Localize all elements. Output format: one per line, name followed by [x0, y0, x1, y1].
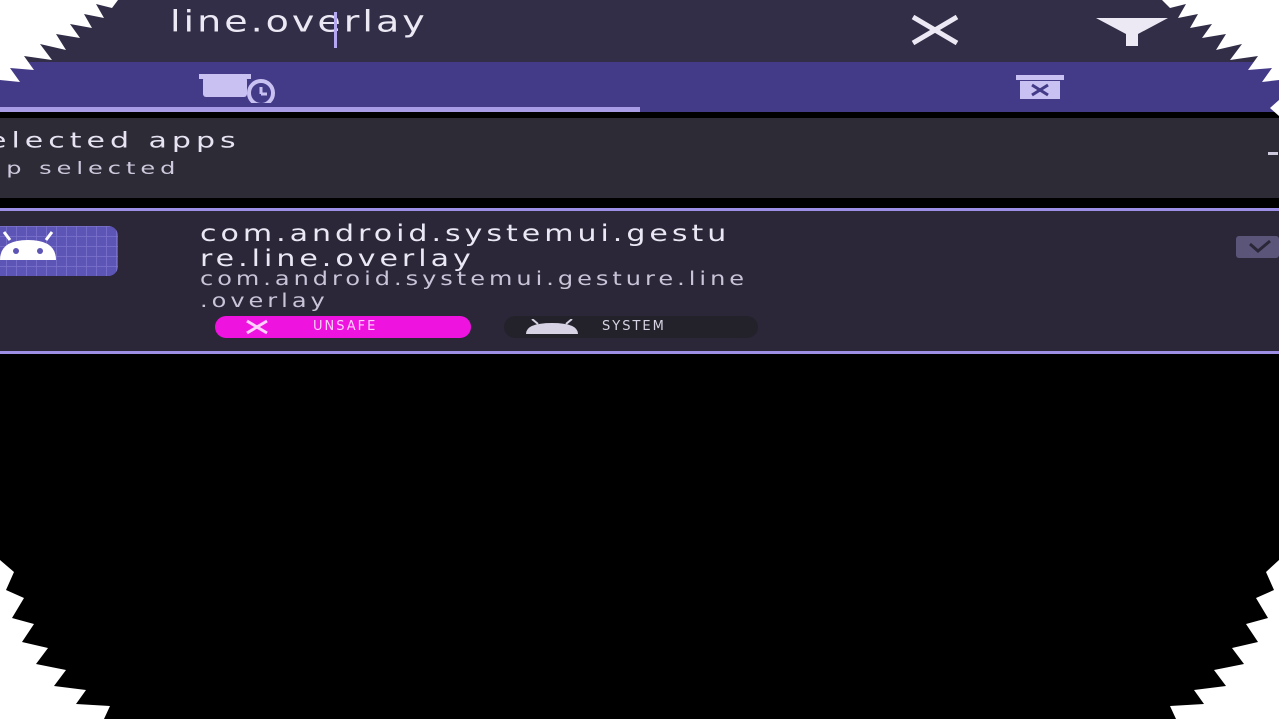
- text-cursor: [334, 12, 337, 48]
- tab-bar: [0, 62, 1279, 112]
- tab-trash[interactable]: [640, 62, 1279, 112]
- close-icon: [246, 319, 268, 335]
- system-badge-label: SYSTEM: [602, 319, 666, 334]
- close-icon: [911, 14, 959, 46]
- tab-indicator: [0, 107, 640, 112]
- unsafe-badge: UNSAFE: [215, 316, 471, 338]
- app-label: com.android.systemui.gestu: [200, 220, 731, 248]
- filter-button[interactable]: [1092, 6, 1172, 52]
- selected-apps-count: pp selected: [0, 158, 181, 179]
- app-icon: [0, 226, 118, 276]
- filter-icon: [1096, 18, 1168, 46]
- android-icon: [526, 319, 578, 334]
- check-icon: [1249, 239, 1271, 253]
- search-bar: line.overlay: [0, 0, 1279, 62]
- expand-icon[interactable]: [1268, 152, 1278, 155]
- screen: line.overlay elected apps pp selected co…: [0, 0, 1279, 719]
- package-name: com.android.systemui.gesture.line: [200, 268, 749, 290]
- trash-icon: [1015, 75, 1064, 99]
- system-badge: SYSTEM: [504, 316, 758, 338]
- scheduled-app-icon: [199, 74, 275, 103]
- package-name-continued: .overlay: [200, 290, 329, 312]
- tab-scheduled[interactable]: [0, 62, 640, 112]
- clear-search-button[interactable]: [902, 8, 968, 52]
- selected-apps-title: elected apps: [0, 128, 241, 154]
- unsafe-badge-label: UNSAFE: [313, 319, 378, 334]
- android-icon: [0, 226, 118, 276]
- search-input[interactable]: line.overlay: [170, 4, 428, 38]
- selection-checkbox[interactable]: [1236, 236, 1279, 258]
